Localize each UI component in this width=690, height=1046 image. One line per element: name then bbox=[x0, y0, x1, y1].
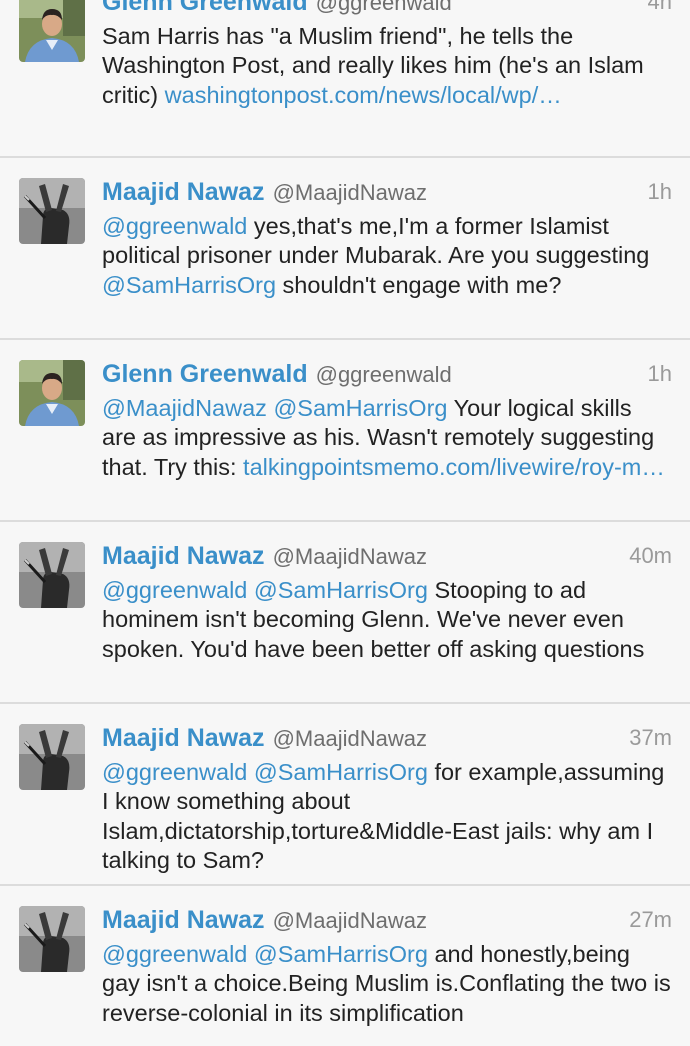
tweet-text: @ggreenwald @SamHarrisOrg and honestly,b… bbox=[102, 940, 672, 1028]
maajid-avatar-icon[interactable] bbox=[19, 724, 85, 790]
mention-link[interactable]: @SamHarrisOrg bbox=[254, 941, 428, 967]
author-handle[interactable]: @MaajidNawaz bbox=[273, 908, 427, 933]
mention-link[interactable]: @SamHarrisOrg bbox=[254, 759, 428, 785]
tweet-text-segment: shouldn't engage with me? bbox=[276, 271, 562, 298]
tweet-timestamp: 4h bbox=[647, 0, 672, 14]
author-name[interactable]: Maajid Nawaz bbox=[102, 542, 265, 570]
tweet-text: @ggreenwald @SamHarrisOrg for example,as… bbox=[102, 758, 672, 876]
tweet-header: Maajid Nawaz @MaajidNawaz 27m bbox=[102, 900, 672, 940]
mention-link[interactable]: @SamHarrisOrg bbox=[254, 577, 428, 603]
tweet-timestamp: 37m bbox=[629, 725, 672, 750]
author-name[interactable]: Maajid Nawaz bbox=[102, 724, 265, 752]
author-name[interactable]: Glenn Greenwald bbox=[102, 0, 308, 16]
mention-link[interactable]: @SamHarrisOrg bbox=[273, 395, 447, 421]
mention-link[interactable]: @ggreenwald bbox=[102, 759, 247, 785]
author-name[interactable]: Glenn Greenwald bbox=[102, 360, 308, 388]
mention-link[interactable]: @ggreenwald bbox=[102, 941, 247, 967]
tweet-text: @MaajidNawaz @SamHarrisOrg Your logical … bbox=[102, 394, 672, 482]
author-handle[interactable]: @MaajidNawaz bbox=[273, 726, 427, 751]
author-name[interactable]: Maajid Nawaz bbox=[102, 906, 265, 934]
author-handle[interactable]: @MaajidNawaz bbox=[273, 544, 427, 569]
tweet-timestamp: 40m bbox=[629, 543, 672, 568]
url-link[interactable]: washingtonpost.com/news/local/wp/… bbox=[165, 82, 562, 108]
tweet-text: @ggreenwald @SamHarrisOrg Stooping to ad… bbox=[102, 576, 672, 664]
glenn-avatar-icon[interactable] bbox=[19, 0, 85, 62]
mention-link[interactable]: @SamHarrisOrg bbox=[102, 272, 276, 298]
maajid-avatar-icon[interactable] bbox=[19, 178, 85, 244]
url-link[interactable]: talkingpointsmemo.com/livewire/roy-m… bbox=[243, 454, 665, 480]
tweet-timestamp: 27m bbox=[629, 907, 672, 932]
maajid-avatar-icon[interactable] bbox=[19, 542, 85, 608]
tweet[interactable]: Glenn Greenwald @ggreenwald 1h @MaajidNaw… bbox=[0, 340, 690, 522]
tweet[interactable]: Maajid Nawaz @MaajidNawaz 1h @ggreenwald … bbox=[0, 158, 690, 340]
tweet-header: Glenn Greenwald @ggreenwald 4h bbox=[102, 0, 672, 22]
tweet-text: @ggreenwald yes,that's me,I'm a former I… bbox=[102, 212, 672, 300]
glenn-avatar-icon[interactable] bbox=[19, 360, 85, 426]
mention-link[interactable]: @ggreenwald bbox=[102, 213, 247, 239]
tweet-timestamp: 1h bbox=[647, 361, 672, 386]
tweet[interactable]: Maajid Nawaz @MaajidNawaz 27m @ggreenwald… bbox=[0, 886, 690, 1046]
tweet[interactable]: Glenn Greenwald @ggreenwald 4h Sam Harris… bbox=[0, 0, 690, 158]
tweet-timestamp: 1h bbox=[647, 179, 672, 204]
mention-link[interactable]: @MaajidNawaz bbox=[102, 395, 267, 421]
author-handle[interactable]: @ggreenwald bbox=[316, 0, 452, 15]
tweet[interactable]: Maajid Nawaz @MaajidNawaz 37m @ggreenwald… bbox=[0, 704, 690, 886]
mention-link[interactable]: @ggreenwald bbox=[102, 577, 247, 603]
author-handle[interactable]: @MaajidNawaz bbox=[273, 180, 427, 205]
author-handle[interactable]: @ggreenwald bbox=[316, 362, 452, 387]
tweet-text: Sam Harris has "a Muslim friend", he tel… bbox=[102, 22, 672, 110]
tweet-header: Maajid Nawaz @MaajidNawaz 37m bbox=[102, 718, 672, 758]
tweet-timeline: Glenn Greenwald @ggreenwald 4h Sam Harris… bbox=[0, 0, 690, 1046]
author-name[interactable]: Maajid Nawaz bbox=[102, 178, 265, 206]
tweet-header: Maajid Nawaz @MaajidNawaz 40m bbox=[102, 536, 672, 576]
tweet[interactable]: Maajid Nawaz @MaajidNawaz 40m @ggreenwald… bbox=[0, 522, 690, 704]
tweet-header: Glenn Greenwald @ggreenwald 1h bbox=[102, 354, 672, 394]
tweet-header: Maajid Nawaz @MaajidNawaz 1h bbox=[102, 172, 672, 212]
maajid-avatar-icon[interactable] bbox=[19, 906, 85, 972]
